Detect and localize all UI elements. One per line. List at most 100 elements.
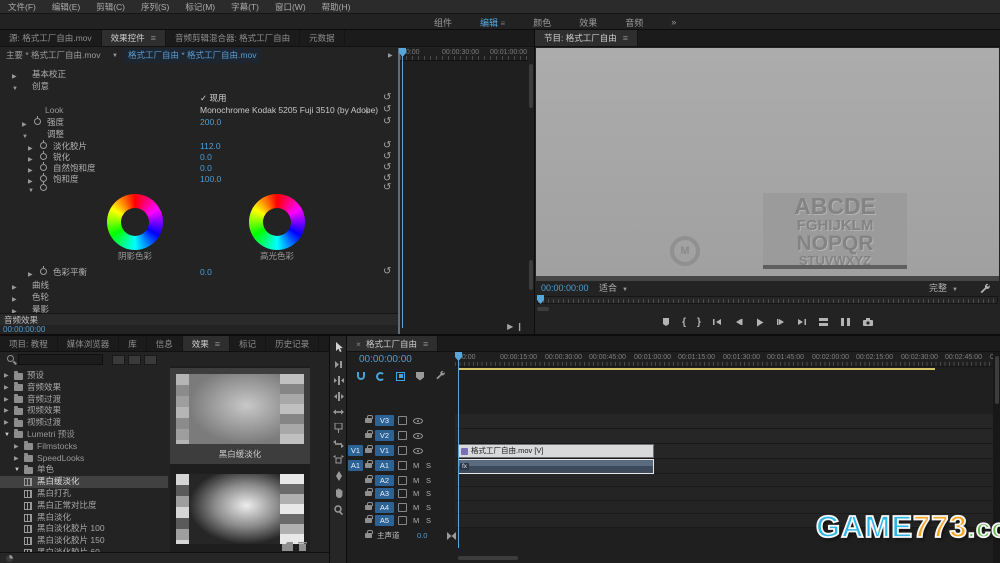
stopwatch-icon[interactable] — [34, 118, 41, 125]
mute-button[interactable]: M — [413, 514, 419, 527]
param-color-wheels[interactable]: ▶ 色轮 — [0, 291, 396, 303]
look-dropdown[interactable]: Monochrome Kodak 5205 Fuji 3510 (by Adob… — [200, 104, 378, 116]
source-patch-v1[interactable]: V1 — [348, 445, 363, 456]
track-target-button[interactable]: V1 — [375, 445, 394, 456]
search-input[interactable] — [18, 354, 103, 365]
filter-yuv-button[interactable] — [144, 355, 157, 365]
expand-icon[interactable]: ▶ — [14, 444, 19, 450]
tree-folder-filmstocks[interactable]: ▶Filmstocks — [0, 441, 168, 453]
track-target-button[interactable]: A4 — [375, 502, 394, 513]
dropdown-chevron-icon[interactable]: ▼ — [952, 287, 958, 293]
stopwatch-icon[interactable] — [40, 184, 47, 191]
highlight-tint-wheel[interactable] — [249, 194, 305, 250]
expand-icon[interactable]: ▶ — [4, 408, 9, 414]
expand-icon[interactable]: ▶ — [14, 456, 19, 462]
tree-folder-presets[interactable]: ▶预设 — [0, 370, 168, 382]
filter-accelerated-button[interactable] — [112, 355, 125, 365]
hand-tool-icon[interactable] — [334, 488, 344, 498]
audio-clip-selected[interactable]: fx — [458, 459, 654, 474]
menu-item-edit[interactable]: 编辑(E) — [44, 1, 88, 13]
play-icon[interactable] — [754, 317, 765, 328]
reset-icon[interactable]: ↺ — [383, 184, 391, 192]
track-select-forward-tool-icon[interactable] — [334, 360, 344, 369]
lock-icon[interactable] — [365, 505, 372, 510]
workspace-effects[interactable]: 效果 — [565, 16, 611, 29]
menu-item-sequence[interactable]: 序列(S) — [133, 1, 177, 13]
lift-icon[interactable] — [818, 317, 829, 327]
solo-button[interactable]: S — [426, 459, 431, 472]
reset-icon[interactable]: ↺ — [383, 92, 391, 104]
tab-project[interactable]: 项目: 教程 — [0, 336, 58, 351]
reset-icon[interactable]: ↺ — [383, 266, 391, 278]
param-basic-correction[interactable]: ▶ 基本校正 — [0, 68, 396, 80]
linked-selection-icon[interactable] — [376, 372, 385, 381]
tree-preset-bw-normal-contrast[interactable]: 黑白正常对比度 — [0, 500, 168, 512]
rolling-edit-tool-icon[interactable] — [334, 392, 344, 401]
export-frame-icon[interactable] — [862, 317, 874, 327]
track-lane-a2[interactable] — [455, 474, 993, 487]
tab-history[interactable]: 历史记录 — [266, 336, 319, 351]
tab-effect-controls[interactable]: 效果控件≡ — [102, 30, 166, 46]
close-icon[interactable]: × — [356, 339, 361, 349]
collapse-icon[interactable]: ▼ — [4, 432, 10, 438]
master-meter-icon[interactable] — [447, 532, 456, 542]
add-marker-icon[interactable] — [416, 372, 424, 381]
track-lane-v2[interactable] — [455, 429, 993, 444]
mark-out-icon[interactable]: } — [697, 317, 701, 328]
extract-icon[interactable] — [840, 317, 851, 327]
preset-preview-card[interactable] — [176, 474, 304, 544]
playback-quality-dropdown[interactable]: 完整 ▼ — [929, 281, 958, 295]
snap-icon[interactable] — [357, 372, 365, 380]
timeline-v-scrollbar[interactable] — [995, 356, 999, 404]
tab-libraries[interactable]: 库 — [119, 336, 147, 351]
menu-item-clip[interactable]: 剪辑(C) — [88, 1, 133, 13]
tab-source-monitor[interactable]: 源: 格式工厂自由.mov — [0, 30, 102, 46]
sync-lock-icon[interactable] — [398, 489, 407, 498]
param-value[interactable]: 0.0 — [200, 266, 212, 278]
expand-icon[interactable]: ▶ — [4, 397, 9, 403]
timeline-timecode[interactable]: 00:00:00:00 — [359, 354, 412, 365]
menu-item-file[interactable]: 文件(F) — [0, 1, 44, 13]
shadow-tint-wheel[interactable] — [107, 194, 163, 250]
panel-menu-icon[interactable]: ≡ — [151, 33, 156, 43]
timeline-h-scrollbar[interactable] — [458, 556, 518, 560]
tab-info[interactable]: 信息 — [147, 336, 183, 351]
step-back-icon[interactable] — [733, 317, 743, 327]
go-to-in-icon[interactable] — [712, 317, 722, 327]
workspace-color[interactable]: 颜色 — [519, 16, 565, 29]
menu-item-window[interactable]: 窗口(W) — [267, 1, 314, 13]
timeline-playhead[interactable] — [458, 352, 459, 548]
stopwatch-icon[interactable] — [40, 175, 47, 182]
nest-icon[interactable] — [396, 372, 405, 381]
reset-icon[interactable]: ↺ — [383, 116, 391, 128]
add-marker-icon[interactable] — [661, 317, 671, 327]
step-forward-icon[interactable] — [776, 317, 786, 327]
track-output-eye-icon[interactable] — [413, 433, 423, 439]
mute-button[interactable]: M — [413, 459, 419, 472]
sync-lock-icon[interactable] — [398, 431, 407, 440]
mini-scrollbar[interactable] — [529, 64, 533, 108]
tree-folder-audio-effects[interactable]: ▶音频效果 — [0, 382, 168, 394]
reset-icon[interactable]: ↺ — [383, 104, 391, 116]
solo-button[interactable]: S — [426, 474, 431, 487]
slide-tool-icon[interactable] — [333, 455, 344, 464]
selection-tool-icon[interactable] — [334, 342, 344, 353]
workspace-audio[interactable]: 音频 — [611, 16, 657, 29]
rate-stretch-tool-icon[interactable] — [333, 408, 344, 416]
panel-menu-icon[interactable]: ≡ — [501, 19, 506, 28]
tree-folder-video-transitions[interactable]: ▶视频过渡 — [0, 417, 168, 429]
param-creative[interactable]: ▼ 创意 — [0, 80, 396, 92]
sync-lock-icon[interactable] — [398, 416, 407, 425]
pen-tool-icon[interactable] — [335, 471, 343, 481]
track-target-button[interactable]: A1 — [375, 460, 394, 471]
stopwatch-icon[interactable] — [40, 142, 47, 149]
tree-folder-video-effects[interactable]: ▶视频效果 — [0, 405, 168, 417]
razor-tool-icon[interactable] — [334, 423, 343, 433]
lock-icon[interactable] — [365, 491, 372, 496]
tab-metadata[interactable]: 元数据 — [300, 30, 345, 46]
go-to-out-icon[interactable] — [797, 317, 807, 327]
mini-playhead[interactable] — [402, 48, 403, 328]
tree-folder-monochrome[interactable]: ▼单色 — [0, 464, 168, 476]
track-output-eye-icon[interactable] — [413, 418, 423, 424]
tab-audio-clip-mixer[interactable]: 音频剪辑混合器: 格式工厂自由 — [166, 30, 300, 46]
